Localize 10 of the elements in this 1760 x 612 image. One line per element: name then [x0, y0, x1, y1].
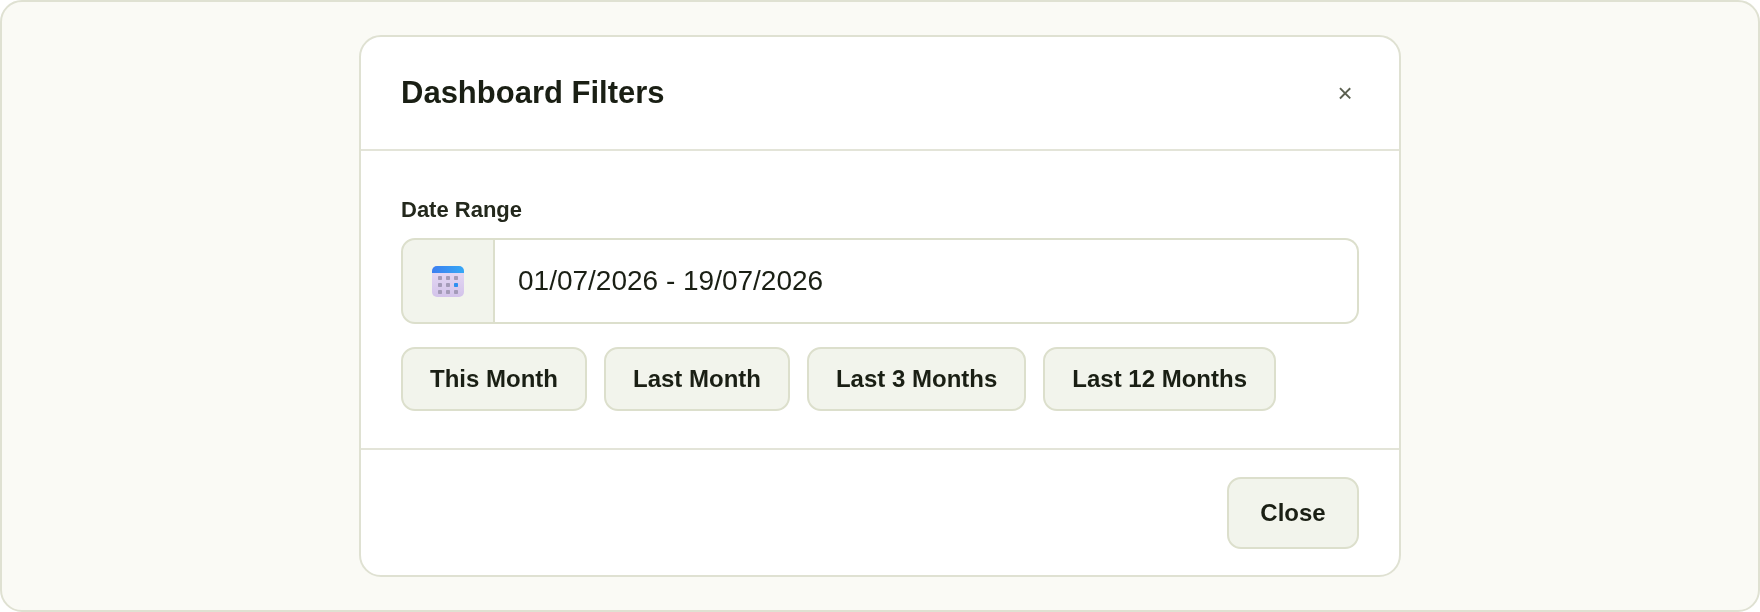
- dialog-title: Dashboard Filters: [401, 74, 665, 112]
- date-range-label: Date Range: [401, 196, 523, 224]
- date-range-field[interactable]: 01/07/2026 - 19/07/2026: [495, 238, 1359, 324]
- close-dialog-button[interactable]: Close: [1227, 476, 1359, 549]
- close-button[interactable]: ×: [1333, 78, 1357, 108]
- calendar-icon: [432, 265, 464, 297]
- preset-button[interactable]: Last 3 Months: [806, 347, 1027, 411]
- preset-button[interactable]: Last 12 Months: [1043, 347, 1276, 411]
- preset-button[interactable]: Last Month: [603, 347, 790, 411]
- preset-button[interactable]: This Month: [401, 347, 587, 411]
